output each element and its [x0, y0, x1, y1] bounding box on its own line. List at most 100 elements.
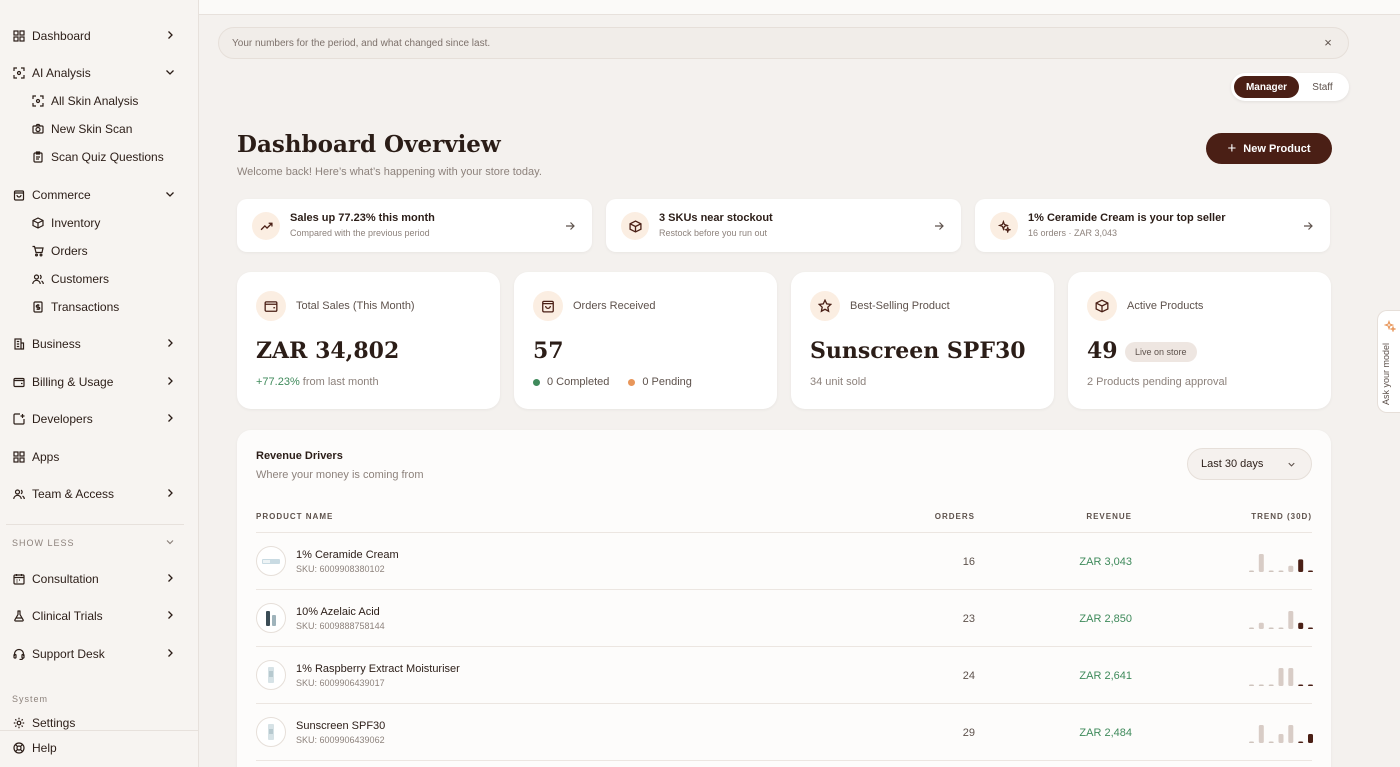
trend-bar [1278, 668, 1284, 686]
completed-dot-icon [533, 378, 540, 386]
role-manager-button[interactable]: Manager [1234, 76, 1299, 98]
box-icon [1087, 291, 1117, 321]
role-staff-button[interactable]: Staff [1299, 82, 1346, 93]
sidebar-divider [6, 524, 184, 525]
product-sku: SKU: 6009906439062 [296, 735, 385, 745]
date-range-select[interactable]: Last 30 days [1187, 448, 1312, 480]
cart-icon [31, 244, 45, 258]
trend-bar [1308, 570, 1313, 572]
wallet-icon [12, 375, 26, 389]
chevron-right-icon [164, 647, 176, 659]
users-icon [12, 487, 26, 501]
product-name: 1% Ceramide Cream [296, 549, 399, 561]
sidebar-item-new-skin-scan[interactable]: New Skin Scan [31, 117, 181, 141]
show-less-label: SHOW LESS [12, 538, 75, 548]
sidebar-item-label: Customers [51, 272, 110, 286]
sidebar-item-settings[interactable]: Settings [12, 711, 188, 735]
insight-card-stockout[interactable]: 3 SKUs near stockout Restock before you … [606, 199, 961, 252]
ask-model-tab[interactable]: Ask your model [1377, 310, 1400, 413]
sidebar-item-commerce[interactable]: Commerce [12, 183, 188, 207]
chevron-down-icon [164, 536, 176, 548]
product-name: 1% Raspberry Extract Moisturiser [296, 663, 460, 675]
sidebar-item-developers[interactable]: Developers [12, 407, 188, 431]
product-sku: SKU: 6009888758144 [296, 621, 385, 631]
shopping-bag-icon [12, 188, 26, 202]
trend-bar [1258, 725, 1264, 743]
trend-sparkline [1249, 668, 1313, 686]
revenue-amount: ZAR 2,850 [1079, 613, 1132, 625]
code-window-icon [12, 412, 26, 426]
table-row[interactable]: 1% Raspberry Extract Moisturiser SKU: 60… [237, 646, 1331, 703]
sidebar-item-apps[interactable]: Apps [12, 445, 188, 469]
trend-bar [1258, 684, 1264, 686]
insight-card-top-seller[interactable]: 1% Ceramide Cream is your top seller 16 … [975, 199, 1330, 252]
stat-value: 57 [533, 338, 564, 364]
product-sku: SKU: 6009908380102 [296, 564, 385, 574]
order-count: 24 [962, 670, 975, 682]
insight-card-sales[interactable]: Sales up 77.23% this month Compared with… [237, 199, 592, 252]
sidebar-item-label: Settings [32, 716, 76, 730]
table-row[interactable]: 1% Ceramide Cream SKU: 6009908380102 16 … [237, 532, 1331, 589]
stat-label: Best-Selling Product [850, 300, 950, 312]
sidebar-item-help[interactable]: Help [12, 736, 188, 760]
revenue-amount: ZAR 2,484 [1079, 727, 1132, 739]
trend-bar [1308, 684, 1313, 686]
sidebar-item-clinical-trials[interactable]: Clinical Trials [12, 604, 188, 628]
sidebar-item-transactions[interactable]: Transactions [31, 295, 181, 319]
order-count: 29 [962, 727, 975, 739]
chevron-right-icon [164, 572, 176, 584]
column-header-revenue[interactable]: REVENUE [1086, 512, 1132, 521]
sidebar-item-billing-usage[interactable]: Billing & Usage [12, 370, 188, 394]
new-product-label: New Product [1243, 142, 1311, 155]
sidebar-item-customers[interactable]: Customers [31, 267, 181, 291]
revenue-drivers-panel: Revenue Drivers Where your money is comi… [237, 430, 1331, 767]
table-row[interactable]: Sunscreen SPF30 SKU: 6009906439062 29 ZA… [237, 703, 1331, 760]
column-header-product[interactable]: PRODUCT NAME [256, 512, 333, 521]
arrow-right-icon [1302, 219, 1314, 231]
sidebar-item-ai-analysis[interactable]: AI Analysis [12, 61, 188, 85]
sidebar-item-label: Commerce [32, 188, 91, 202]
sidebar-item-scan-quiz-questions[interactable]: Scan Quiz Questions [31, 145, 181, 169]
stat-card-best-seller: Best-Selling Product Sunscreen SPF30 34 … [791, 272, 1054, 409]
receipt-icon [31, 300, 45, 314]
calendar-icon [12, 572, 26, 586]
sidebar-divider [0, 730, 199, 731]
trend-bar [1288, 565, 1294, 572]
stat-value: 49 [1087, 338, 1118, 364]
column-header-orders[interactable]: ORDERS [935, 512, 975, 521]
sidebar-item-team-access[interactable]: Team & Access [12, 482, 188, 506]
sidebar: Dashboard AI Analysis All Skin Analysis … [0, 0, 199, 767]
stat-footer: 0 Completed 0 Pending [533, 376, 692, 388]
sidebar-item-label: AI Analysis [32, 66, 91, 80]
table-row[interactable]: 10% Azelaic Acid SKU: 6009888758144 23 Z… [237, 589, 1331, 646]
sidebar-item-support-desk[interactable]: Support Desk [12, 642, 188, 666]
sidebar-item-all-skin-analysis[interactable]: All Skin Analysis [31, 89, 181, 113]
product-thumbnail-icon [256, 546, 286, 576]
sidebar-item-dashboard[interactable]: Dashboard [12, 24, 188, 48]
new-product-button[interactable]: + New Product [1206, 133, 1332, 164]
sidebar-item-consultation[interactable]: Consultation [12, 567, 188, 591]
arrow-right-icon [564, 219, 576, 231]
shopping-bag-icon [533, 291, 563, 321]
sidebar-item-label: Team & Access [32, 487, 115, 501]
plus-icon: + [1227, 140, 1237, 157]
insight-title: 3 SKUs near stockout [659, 212, 773, 224]
pending-count: 0 Pending [642, 376, 692, 388]
sales-change-suffix: from last month [302, 376, 379, 388]
page-subtitle: Welcome back! Here’s what’s happening wi… [237, 166, 542, 178]
clipboard-icon [31, 150, 45, 164]
sidebar-item-inventory[interactable]: Inventory [31, 211, 181, 235]
sidebar-item-orders[interactable]: Orders [31, 239, 181, 263]
product-thumbnail-icon [256, 603, 286, 633]
trend-bar [1278, 734, 1284, 743]
product-sku: SKU: 6009906439017 [296, 678, 385, 688]
building-icon [12, 337, 26, 351]
close-icon[interactable]: × [1322, 36, 1334, 49]
lifebuoy-icon [12, 741, 26, 755]
table-divider [256, 760, 1312, 761]
column-header-trend: TREND (30D) [1251, 512, 1312, 521]
system-section-label: System [12, 694, 49, 704]
role-toggle: Manager Staff [1231, 73, 1349, 101]
sidebar-item-business[interactable]: Business [12, 332, 188, 356]
show-less-toggle[interactable]: SHOW LESS [12, 531, 188, 555]
